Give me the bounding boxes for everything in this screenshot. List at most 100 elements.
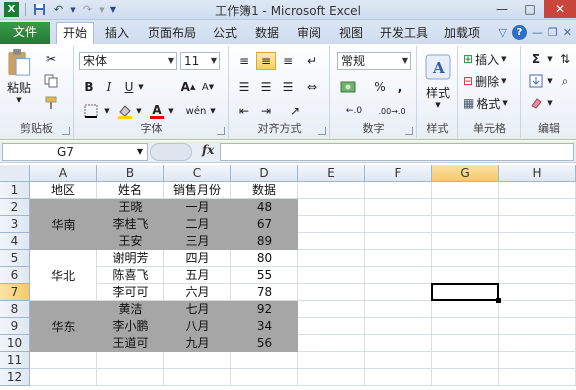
cell-e3[interactable] — [298, 216, 365, 233]
fill-handle[interactable] — [496, 298, 501, 303]
cell-g10[interactable] — [432, 335, 499, 352]
cell-h1[interactable] — [499, 182, 576, 199]
row-header-4[interactable]: 4 — [0, 233, 30, 250]
percent-button[interactable]: % — [371, 78, 389, 96]
row-header-8[interactable]: 8 — [0, 301, 30, 318]
cell-f9[interactable] — [365, 318, 432, 335]
cell-g12[interactable] — [432, 369, 499, 386]
align-left-icon[interactable]: ☰ — [234, 78, 254, 96]
cell-h7[interactable] — [499, 284, 576, 301]
column-header-d[interactable]: D — [231, 165, 298, 182]
underline-dropdown-icon[interactable]: ▼ — [137, 78, 145, 96]
styles-button[interactable]: A 样式 ▼ — [422, 50, 454, 112]
align-right-icon[interactable]: ☰ — [278, 78, 298, 96]
cell-e2[interactable] — [298, 199, 365, 216]
comma-button[interactable]: , — [391, 78, 409, 96]
underline-button[interactable]: U — [121, 78, 137, 96]
cell-h9[interactable] — [499, 318, 576, 335]
increase-decimal-button[interactable]: ←.0 — [337, 102, 371, 120]
column-header-h[interactable]: H — [499, 165, 576, 182]
delete-cells-button[interactable]: ⊟ 删除 ▼ — [463, 72, 519, 90]
decrease-decimal-button[interactable]: .00→.0 — [373, 102, 411, 120]
cell-h6[interactable] — [499, 267, 576, 284]
grow-font-button[interactable]: A ▲ — [179, 78, 197, 96]
cell-a11[interactable] — [30, 352, 97, 369]
fill-dropdown-icon[interactable]: ▼ — [546, 72, 554, 90]
tab-developer[interactable]: 开发工具 — [376, 24, 432, 44]
cell-f11[interactable] — [365, 352, 432, 369]
decrease-indent-icon[interactable]: ⇤ — [234, 102, 254, 120]
row-header-3[interactable]: 3 — [0, 216, 30, 233]
cell-e6[interactable] — [298, 267, 365, 284]
cell-d12[interactable] — [231, 369, 298, 386]
row-header-10[interactable]: 10 — [0, 335, 30, 352]
fill-color-dropdown-icon[interactable]: ▼ — [135, 102, 143, 120]
font-size-combo[interactable]: 11 ▼ — [180, 52, 220, 70]
merge-center-icon[interactable]: ⇔ — [302, 78, 322, 96]
cell-f2[interactable] — [365, 199, 432, 216]
cell-d11[interactable] — [231, 352, 298, 369]
formula-input[interactable] — [220, 143, 574, 161]
cell-f7[interactable] — [365, 284, 432, 301]
row-header-12[interactable]: 12 — [0, 369, 30, 386]
doc-restore-icon[interactable]: ❐ — [548, 26, 558, 39]
cell-a12[interactable] — [30, 369, 97, 386]
align-middle-icon[interactable]: ≡ — [256, 52, 276, 70]
format-painter-icon[interactable] — [42, 94, 60, 112]
cell-g5[interactable] — [432, 250, 499, 267]
cell-e7[interactable] — [298, 284, 365, 301]
align-bottom-icon[interactable]: ≡ — [278, 52, 298, 70]
cell-h10[interactable] — [499, 335, 576, 352]
number-launcher-icon[interactable] — [405, 127, 413, 135]
copy-icon[interactable] — [42, 72, 60, 90]
cell-e9[interactable] — [298, 318, 365, 335]
format-cells-button[interactable]: ▦ 格式 ▼ — [463, 94, 519, 112]
italic-button[interactable]: I — [101, 78, 117, 96]
column-header-g[interactable]: G — [432, 165, 499, 182]
orientation-icon[interactable]: ↗ — [284, 102, 306, 120]
insert-cells-button[interactable]: ⊞ 插入 ▼ — [463, 50, 519, 68]
clear-icon[interactable] — [526, 94, 546, 112]
bold-button[interactable]: B — [81, 78, 97, 96]
cell-f4[interactable] — [365, 233, 432, 250]
cell-g9[interactable] — [432, 318, 499, 335]
cell-f5[interactable] — [365, 250, 432, 267]
close-button[interactable]: ✕ — [544, 0, 576, 18]
column-header-b[interactable]: B — [97, 165, 164, 182]
active-cell-selection[interactable] — [431, 283, 499, 301]
tab-addins[interactable]: 加载项 — [440, 24, 484, 44]
insert-function-button[interactable]: fx — [202, 143, 214, 157]
cell-h3[interactable] — [499, 216, 576, 233]
row-header-9[interactable]: 9 — [0, 318, 30, 335]
help-icon[interactable]: ? — [511, 25, 527, 40]
cell-f6[interactable] — [365, 267, 432, 284]
select-all-corner[interactable] — [0, 165, 30, 182]
find-select-icon[interactable]: ⌕ — [556, 72, 574, 90]
font-name-combo[interactable]: 宋体 ▼ — [79, 52, 177, 70]
tab-formulas[interactable]: 公式 — [208, 24, 242, 44]
font-color-dropdown-icon[interactable]: ▼ — [167, 102, 175, 120]
cell-e4[interactable] — [298, 233, 365, 250]
number-format-combo[interactable]: 常规 ▼ — [337, 52, 411, 70]
phonetic-guide-icon[interactable]: wén — [183, 102, 209, 120]
doc-minimize-icon[interactable]: — — [532, 26, 543, 39]
tab-data[interactable]: 数据 — [250, 24, 284, 44]
cell-g1[interactable] — [432, 182, 499, 199]
fill-color-icon[interactable] — [115, 102, 135, 120]
clear-dropdown-icon[interactable]: ▼ — [546, 94, 554, 112]
increase-indent-icon[interactable]: ⇥ — [256, 102, 276, 120]
cell-b11[interactable] — [97, 352, 164, 369]
cell-f8[interactable] — [365, 301, 432, 318]
cell-e8[interactable] — [298, 301, 365, 318]
font-color-icon[interactable]: A — [147, 102, 167, 120]
paste-button[interactable]: 粘贴 ▼ — [4, 48, 34, 104]
row-header-5[interactable]: 5 — [0, 250, 30, 267]
cell-h12[interactable] — [499, 369, 576, 386]
row-header-6[interactable]: 6 — [0, 267, 30, 284]
name-box[interactable]: G7 ▼ — [2, 143, 148, 161]
doc-close-icon[interactable]: ✕ — [563, 26, 572, 39]
cut-icon[interactable]: ✂ — [42, 50, 60, 68]
minimize-ribbon-icon[interactable]: ▽ — [498, 26, 506, 39]
autosum-dropdown-icon[interactable]: ▼ — [546, 50, 554, 68]
column-header-c[interactable]: C — [164, 165, 231, 182]
